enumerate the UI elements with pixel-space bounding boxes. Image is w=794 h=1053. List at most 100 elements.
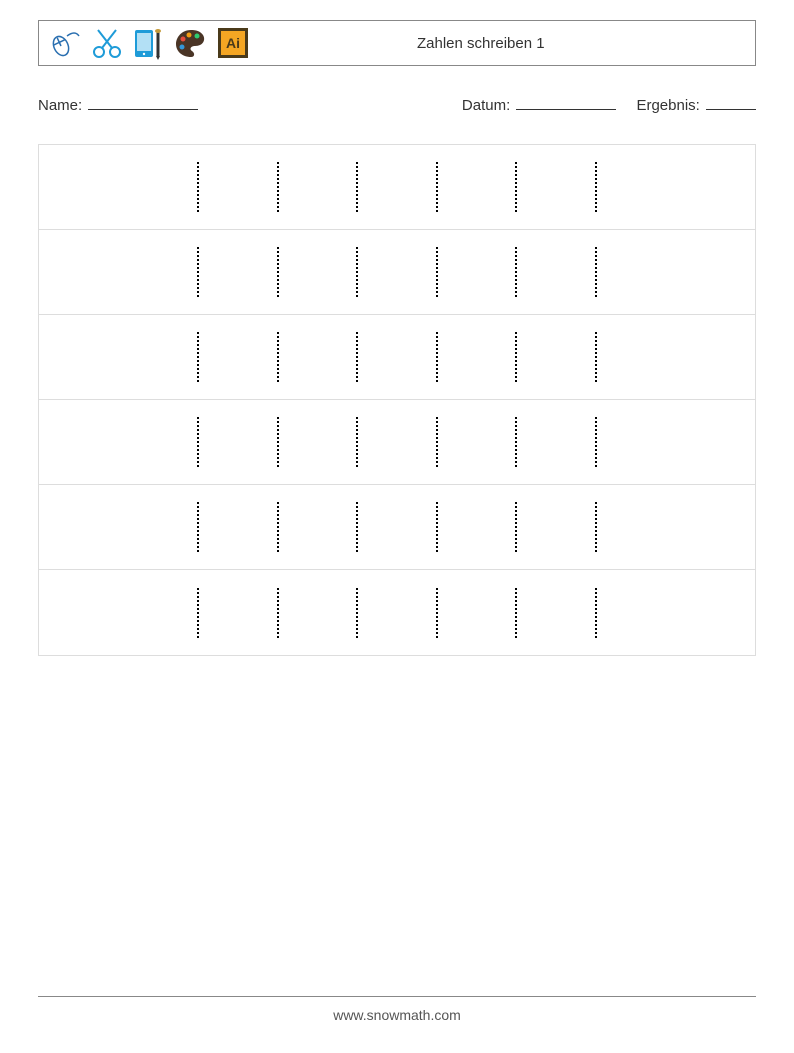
date-label: Datum: — [462, 97, 510, 114]
tracing-cell[interactable] — [397, 230, 477, 314]
tracing-cell[interactable] — [158, 570, 238, 655]
trace-digit-1 — [515, 332, 517, 382]
trace-digit-1 — [595, 332, 597, 382]
trace-digit-1 — [515, 162, 517, 212]
empty-cell — [636, 315, 755, 399]
tracing-cell[interactable] — [477, 230, 557, 314]
tracing-cell[interactable] — [317, 400, 397, 484]
trace-digit-1 — [356, 247, 358, 297]
tracing-cell[interactable] — [397, 485, 477, 569]
trace-digit-1 — [436, 332, 438, 382]
footer: www.snowmath.com — [0, 996, 794, 1023]
tracing-grid — [38, 144, 756, 656]
worksheet-title: Zahlen schreiben 1 — [417, 35, 545, 52]
trace-digit-1 — [436, 162, 438, 212]
trace-digit-1 — [356, 502, 358, 552]
trace-digit-1 — [436, 417, 438, 467]
tracing-cell[interactable] — [556, 400, 636, 484]
tracing-row — [39, 315, 755, 400]
tracing-cell[interactable] — [477, 570, 557, 655]
tracing-cell[interactable] — [158, 485, 238, 569]
trace-digit-1 — [595, 502, 597, 552]
tracing-cell[interactable] — [397, 400, 477, 484]
trace-digit-1 — [436, 502, 438, 552]
trace-digit-1 — [277, 247, 279, 297]
palette-icon — [171, 24, 211, 62]
tracing-cell[interactable] — [397, 570, 477, 655]
tracing-cell[interactable] — [556, 145, 636, 229]
tracing-cell[interactable] — [238, 485, 318, 569]
trace-digit-1 — [197, 247, 199, 297]
trace-digit-1 — [277, 417, 279, 467]
empty-cell — [39, 230, 158, 314]
empty-cell — [636, 230, 755, 314]
footer-url: www.snowmath.com — [333, 1007, 461, 1023]
empty-cell — [636, 570, 755, 655]
trace-digit-1 — [277, 588, 279, 638]
tracing-cell[interactable] — [477, 315, 557, 399]
tracing-cell[interactable] — [238, 570, 318, 655]
trace-digit-1 — [356, 588, 358, 638]
tracing-cell[interactable] — [238, 145, 318, 229]
trace-digit-1 — [595, 162, 597, 212]
ai-app-icon: Ai — [213, 24, 253, 62]
tracing-row — [39, 145, 755, 230]
icon-strip: Ai — [39, 24, 253, 62]
tracing-cell[interactable] — [397, 145, 477, 229]
tracing-row — [39, 400, 755, 485]
svg-text:Ai: Ai — [226, 35, 240, 51]
result-blank[interactable] — [706, 96, 756, 110]
tracing-cell[interactable] — [556, 570, 636, 655]
empty-cell — [636, 400, 755, 484]
tracing-cell[interactable] — [477, 400, 557, 484]
empty-cell — [39, 400, 158, 484]
scissors-icon — [87, 24, 127, 62]
tracing-cell[interactable] — [556, 315, 636, 399]
tracing-cell[interactable] — [477, 485, 557, 569]
empty-cell — [39, 145, 158, 229]
tracing-cell[interactable] — [317, 230, 397, 314]
info-row: Name: Datum: Ergebnis: — [38, 96, 756, 114]
date-blank[interactable] — [516, 96, 616, 110]
empty-cell — [636, 145, 755, 229]
tracing-cell[interactable] — [477, 145, 557, 229]
empty-cell — [636, 485, 755, 569]
tracing-cell[interactable] — [317, 315, 397, 399]
trace-digit-1 — [277, 162, 279, 212]
tracing-cell[interactable] — [317, 485, 397, 569]
tracing-row — [39, 230, 755, 315]
tracing-cell[interactable] — [317, 145, 397, 229]
trace-digit-1 — [595, 588, 597, 638]
trace-digit-1 — [515, 247, 517, 297]
tracing-cell[interactable] — [317, 570, 397, 655]
trace-digit-1 — [356, 332, 358, 382]
tablet-brush-icon — [129, 24, 169, 62]
trace-digit-1 — [515, 502, 517, 552]
tracing-cell[interactable] — [158, 145, 238, 229]
trace-digit-1 — [356, 417, 358, 467]
trace-digit-1 — [595, 417, 597, 467]
tracing-cell[interactable] — [238, 400, 318, 484]
tracing-cell[interactable] — [238, 315, 318, 399]
trace-digit-1 — [197, 332, 199, 382]
trace-digit-1 — [197, 162, 199, 212]
tracing-row — [39, 485, 755, 570]
empty-cell — [39, 315, 158, 399]
header-box: Ai Zahlen schreiben 1 — [38, 20, 756, 66]
tracing-cell[interactable] — [397, 315, 477, 399]
trace-digit-1 — [277, 332, 279, 382]
empty-cell — [39, 485, 158, 569]
trace-digit-1 — [436, 247, 438, 297]
trace-digit-1 — [356, 162, 358, 212]
tracing-cell[interactable] — [158, 230, 238, 314]
trace-digit-1 — [515, 417, 517, 467]
tracing-cell[interactable] — [158, 315, 238, 399]
tracing-cell[interactable] — [556, 485, 636, 569]
tracing-cell[interactable] — [238, 230, 318, 314]
empty-cell — [39, 570, 158, 655]
tracing-cell[interactable] — [556, 230, 636, 314]
trace-digit-1 — [197, 417, 199, 467]
trace-digit-1 — [515, 588, 517, 638]
tracing-cell[interactable] — [158, 400, 238, 484]
name-blank[interactable] — [88, 96, 198, 110]
